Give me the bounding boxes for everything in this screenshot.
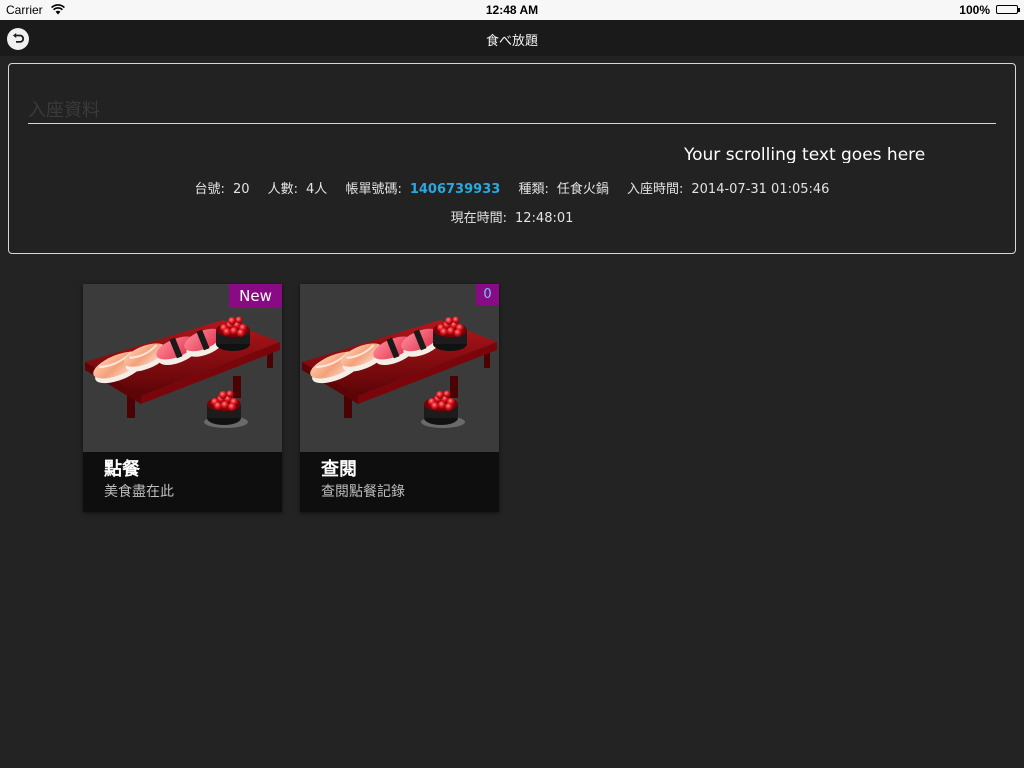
tile-subtitle: 查閱點餐記錄: [321, 484, 405, 500]
type-value: 任食火鍋: [556, 182, 609, 197]
status-bar: Carrier 12:48 AM 100%: [0, 0, 1024, 20]
tile-subtitle: 美食盡在此: [104, 484, 174, 500]
current-time-row: 現在時間: 12:48:01: [9, 207, 1015, 226]
bill-label: 帳單號碼:: [345, 182, 402, 197]
order-count-badge: 0: [476, 284, 499, 305]
battery-icon: [996, 5, 1020, 14]
new-badge: New: [229, 284, 282, 308]
guests-value: 4人: [306, 182, 328, 197]
review-orders-tile[interactable]: 0 查閱 查閱點餐記錄: [300, 284, 499, 512]
navigation-bar: 食べ放題: [0, 20, 1024, 56]
seating-info-panel: 入座資料 Your scrolling text goes here 台號: 20…: [8, 63, 1016, 254]
seated-time-label: 入座時間:: [626, 182, 684, 197]
type-label: 種類:: [518, 182, 549, 197]
panel-title: 入座資料: [28, 100, 100, 121]
sushi-platter-image: [300, 284, 499, 452]
status-time: 12:48 AM: [485, 3, 539, 17]
sushi-platter-image: [83, 284, 282, 452]
table-value: 20: [232, 182, 250, 197]
panel-divider: [28, 123, 996, 124]
seating-details: 台號: 20 人數: 4人 帳單號碼: 1406739933 種類: 任食火鍋 入座時間…: [9, 178, 1015, 197]
battery-percent: 100%: [959, 3, 990, 17]
scrolling-marquee: Your scrolling text goes here: [684, 145, 926, 163]
current-time-label: 現在時間:: [450, 211, 507, 226]
table-label: 台號:: [194, 182, 225, 197]
tile-title: 點餐: [104, 459, 140, 480]
bill-number: 1406739933: [409, 182, 501, 197]
order-tile[interactable]: New 點餐 美食盡在此: [83, 284, 282, 512]
seated-time-value: 2014-07-31 01:05:46: [691, 182, 830, 197]
current-time-value: 12:48:01: [515, 211, 574, 226]
guests-label: 人數:: [267, 182, 299, 197]
tile-footer: 點餐 美食盡在此: [83, 452, 282, 512]
tile-footer: 查閱 查閱點餐記錄: [300, 452, 499, 512]
page-title: 食べ放題: [485, 34, 538, 49]
tile-title: 查閱: [321, 459, 357, 480]
